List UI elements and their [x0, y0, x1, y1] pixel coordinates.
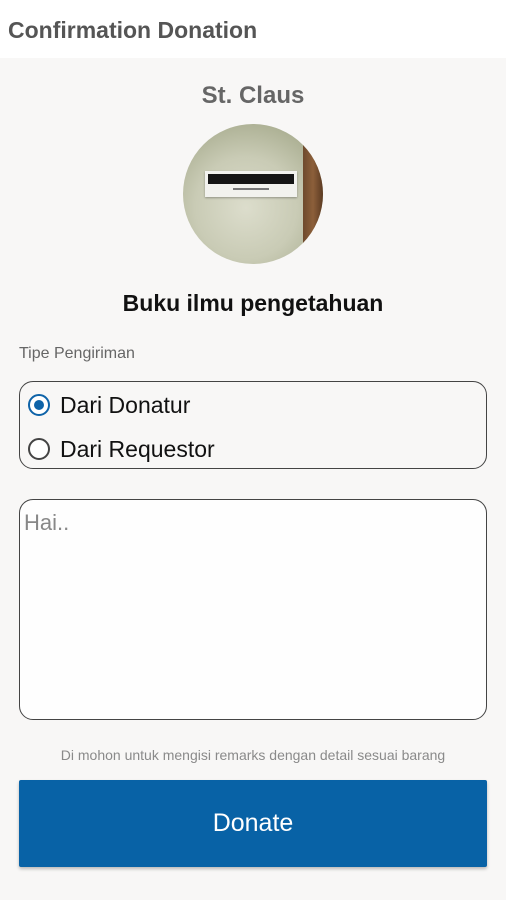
item-photo [183, 124, 323, 264]
photo-sign-bar [208, 174, 294, 184]
shipping-type-group: Dari Donatur Dari Requestor [19, 381, 487, 469]
radio-option-donatur[interactable]: Dari Donatur [28, 388, 190, 422]
radio-label-requestor: Dari Requestor [60, 435, 215, 462]
page-title: Confirmation Donation [8, 17, 258, 43]
shipping-type-label: Tipe Pengiriman [19, 345, 135, 362]
item-title: Buku ilmu pengetahuan [122, 290, 384, 316]
donate-button[interactable]: Donate [19, 780, 487, 867]
photo-sign-detail [205, 171, 297, 197]
app-bar: Confirmation Donation [0, 0, 506, 58]
recipient-name: St. Claus [201, 82, 305, 109]
remarks-hint: Di mohon untuk mengisi remarks dengan de… [60, 747, 446, 763]
photo-door-detail [303, 124, 323, 264]
radio-label-donatur: Dari Donatur [60, 391, 191, 418]
photo-sign-line [233, 188, 269, 190]
radio-option-requestor[interactable]: Dari Requestor [28, 432, 215, 466]
radio-checked-icon[interactable] [28, 394, 50, 416]
remarks-input[interactable] [19, 499, 487, 720]
radio-unchecked-icon[interactable] [28, 438, 50, 460]
